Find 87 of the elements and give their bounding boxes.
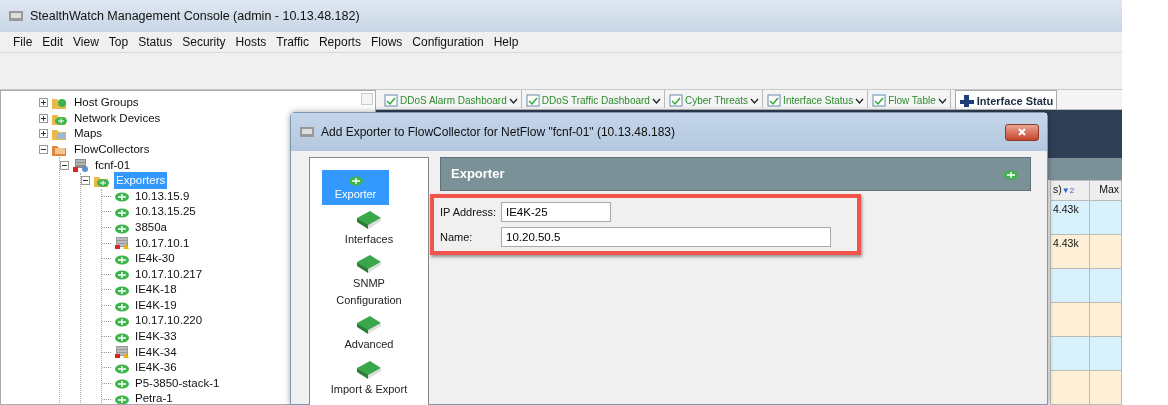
menu-item[interactable]: Traffic	[271, 33, 314, 51]
router-icon	[347, 174, 364, 186]
caret-icon	[855, 97, 865, 104]
router-icon	[1002, 168, 1020, 180]
tab[interactable]: Cyber Threats	[668, 90, 764, 108]
tree-item[interactable]: IE4K-33	[133, 328, 179, 346]
section-title: Exporter	[451, 165, 505, 184]
nav-item[interactable]: Interfaces	[321, 204, 417, 249]
document-icon	[384, 94, 398, 107]
tree-item[interactable]: 10.17.10.1	[133, 234, 192, 252]
book-icon	[355, 253, 383, 275]
router-icon	[114, 377, 130, 390]
document-icon	[668, 94, 683, 107]
menu-item[interactable]: Top	[103, 33, 134, 51]
tree-item[interactable]: IE4K-18	[133, 281, 179, 299]
menu-item[interactable]: Reports	[313, 33, 366, 51]
close-icon	[1017, 128, 1027, 136]
nav-item[interactable]: SNMP Configuration	[321, 249, 417, 310]
menu-item[interactable]: Flows	[365, 33, 408, 51]
tree-item[interactable]: Host Groups	[72, 94, 141, 112]
input-field[interactable]: IE4K-25	[501, 202, 611, 222]
nav-item[interactable]: Import & Export	[321, 354, 417, 399]
expand-toggle[interactable]	[39, 113, 48, 123]
caret-icon	[651, 97, 661, 104]
tree-item[interactable]: IE4K-36	[133, 359, 179, 377]
window-title: StealthWatch Management Console (admin - 10.13.48.182)	[30, 7, 360, 25]
app-icon	[299, 126, 315, 138]
menu-item[interactable]: Help	[488, 33, 524, 51]
book-icon	[355, 358, 383, 381]
menu-item[interactable]: File	[8, 33, 38, 51]
tab[interactable]: DDoS Alarm Dashboard	[384, 90, 522, 108]
router-icon	[114, 190, 130, 203]
table-cell: 4.43k	[1050, 234, 1090, 269]
caret-icon	[937, 97, 947, 104]
caret-icon	[508, 97, 518, 104]
expand-toggle[interactable]	[39, 145, 48, 155]
sort-indicator: ▼2	[1061, 186, 1075, 195]
app-icon	[8, 10, 24, 22]
book-icon	[355, 314, 383, 336]
document-icon	[767, 94, 782, 107]
device-warning-icon	[114, 236, 130, 251]
menu-item[interactable]: Edit	[37, 33, 69, 51]
caret-icon	[750, 97, 760, 104]
document-icon	[525, 94, 540, 107]
document-icon	[872, 94, 887, 107]
tree-item[interactable]: FlowCollectors	[72, 140, 152, 159]
table-cell: 4.43k	[1050, 200, 1090, 235]
tree-item[interactable]: Maps	[72, 125, 105, 143]
tree-item[interactable]: fcnf-01	[93, 156, 133, 174]
tree-item[interactable]: 10.17.10.220	[133, 312, 205, 330]
expand-toggle[interactable]	[60, 160, 69, 170]
menu-item[interactable]: Configuration	[407, 33, 489, 51]
tab[interactable]: Interface Statu	[954, 90, 1058, 109]
input-field[interactable]: 10.20.50.5	[501, 227, 831, 247]
column-header-label: s)	[1053, 183, 1062, 195]
router-icon	[114, 315, 130, 328]
tree-item[interactable]: 10.13.15.9	[133, 187, 192, 205]
tree-item[interactable]: IE4k-30	[133, 250, 177, 268]
field-label: IP Address:	[440, 204, 498, 220]
expand-toggle[interactable]	[39, 129, 48, 139]
server-icon	[72, 157, 90, 173]
tree-item[interactable]: 10.13.15.25	[133, 203, 198, 221]
expand-toggle[interactable]	[39, 98, 48, 108]
tree-item[interactable]: 10.17.10.217	[133, 265, 205, 283]
field-label: Name:	[440, 229, 474, 245]
tree-item[interactable]: IE4K-34	[133, 343, 179, 361]
expand-toggle[interactable]	[81, 176, 90, 186]
menu-item[interactable]: Hosts	[230, 33, 272, 51]
tree-item[interactable]: Petra-1	[133, 390, 175, 404]
close-button[interactable]	[1005, 123, 1039, 141]
menu-item[interactable]: Status	[133, 33, 178, 51]
book-icon	[355, 208, 383, 231]
tab[interactable]: Interface Status	[767, 90, 869, 108]
nav-item[interactable]: Advanced	[321, 310, 417, 355]
tab[interactable]: DDoS Traffic Dashboard	[525, 90, 665, 108]
column-header[interactable]: Max	[1089, 180, 1122, 201]
tree-item[interactable]: IE4K-19	[133, 296, 179, 315]
router-icon	[114, 268, 130, 281]
tab[interactable]: Flow Table	[872, 90, 951, 108]
device-warning-icon	[114, 345, 130, 360]
tree-item[interactable]: 3850a	[133, 218, 169, 237]
menu-item[interactable]: View	[68, 33, 104, 51]
plus-icon	[958, 94, 975, 109]
tree-item[interactable]: P5-3850-stack-1	[133, 374, 222, 393]
menu-item[interactable]: Security	[177, 33, 231, 51]
tree-item[interactable]: Network Devices	[72, 109, 163, 127]
dialog-title: Add Exporter to FlowCollector for NetFlow "fcnf-01" (10.13.48.183)	[321, 124, 675, 141]
